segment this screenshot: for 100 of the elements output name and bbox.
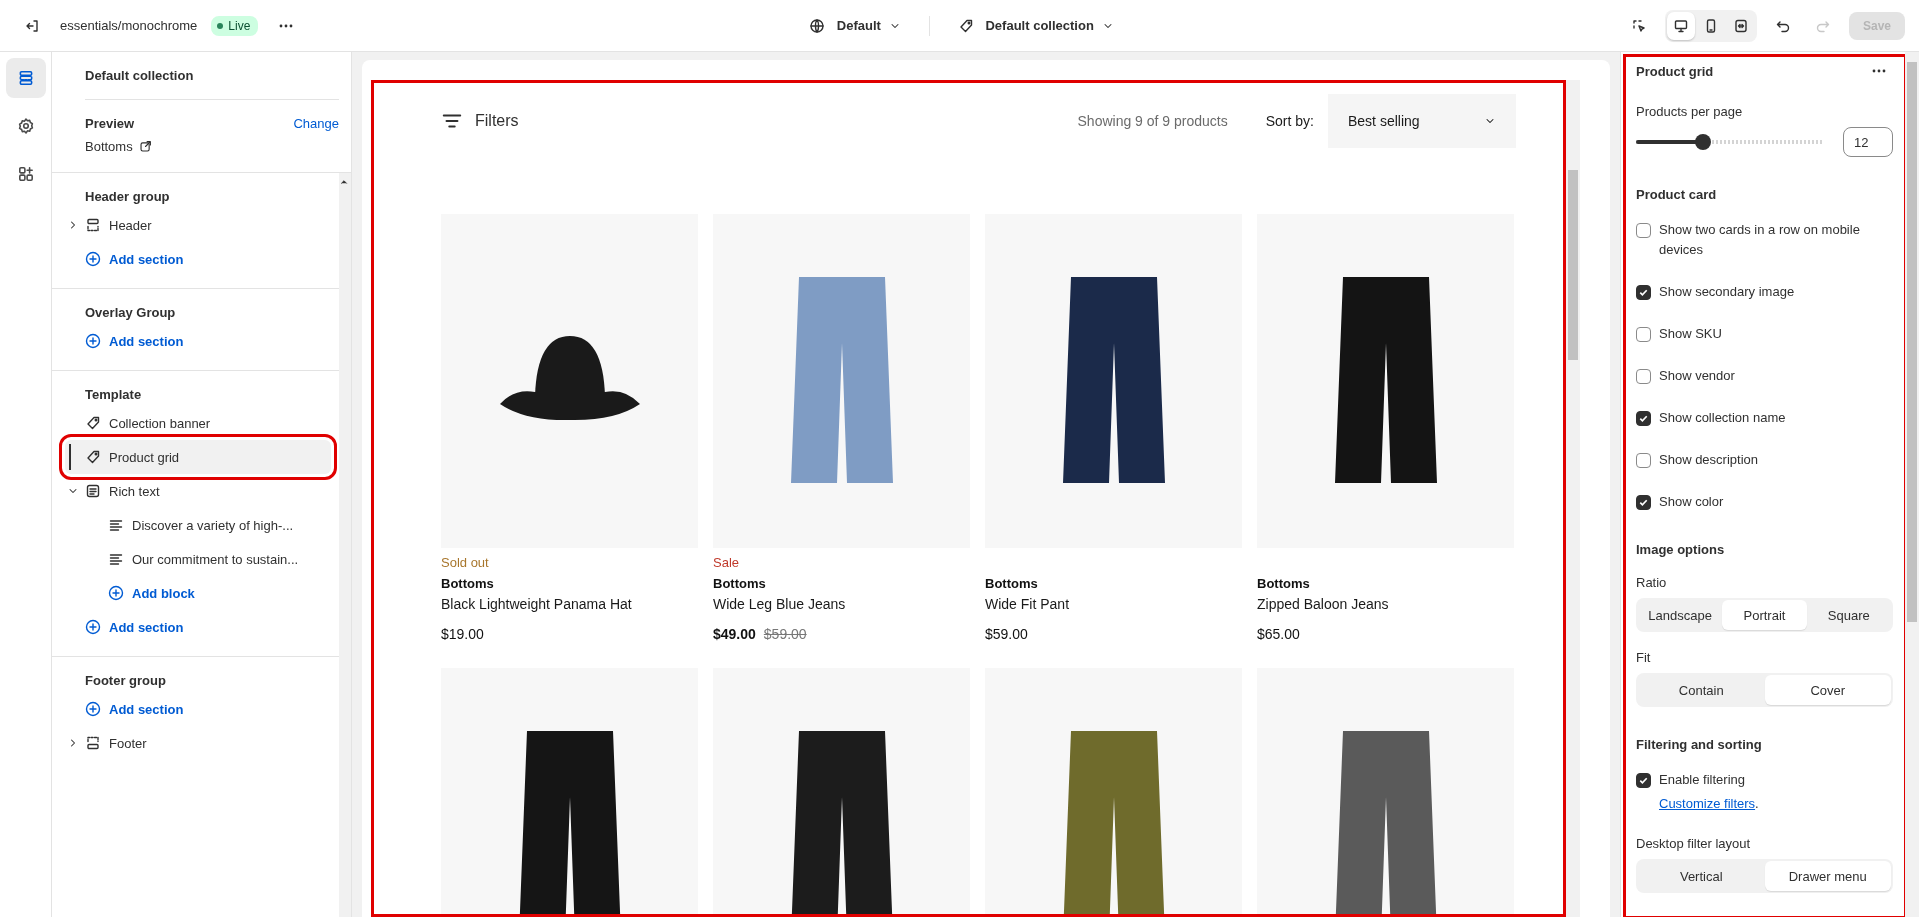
segment-button[interactable]: Cover [1764, 675, 1891, 705]
group-title: Footer group [85, 673, 167, 688]
product-vendor: Bottoms [1257, 576, 1311, 591]
product-image[interactable] [1257, 214, 1514, 548]
field-label: Fit [1636, 650, 1652, 665]
check-icon [1638, 413, 1649, 424]
help-text: Customize filters. [1659, 795, 1759, 813]
product-image[interactable] [713, 668, 970, 917]
product-status-label: Sale [713, 555, 740, 570]
tag-icon [85, 415, 101, 431]
external-link-icon [138, 140, 152, 153]
checkbox[interactable] [1636, 411, 1651, 426]
text-block-icon [85, 483, 101, 499]
select-cursor-icon [1631, 17, 1647, 34]
block-item[interactable]: Discover a variety of high-... [65, 508, 331, 542]
add-link[interactable]: Add section [85, 610, 331, 644]
checkbox-label: Show two cards in a row on mobile devices [1659, 221, 1861, 259]
section-item[interactable]: Collection banner [65, 406, 331, 440]
more-icon [1872, 69, 1886, 73]
section-heading: Product card [1636, 187, 1718, 202]
change-link[interactable]: Change [293, 116, 339, 131]
product-vendor: Bottoms [713, 576, 767, 591]
section-item[interactable]: Rich text [65, 474, 331, 508]
add-link[interactable]: Add section [85, 324, 331, 358]
compare-price: $59.00 [763, 626, 807, 642]
section-heading: Filtering and sorting [1636, 737, 1763, 752]
text-lines-icon [108, 551, 124, 567]
checkbox[interactable] [1636, 773, 1651, 788]
preview-value[interactable]: Bottoms [85, 139, 294, 154]
store-name: essentials/monochrome [60, 18, 198, 33]
tag-icon [957, 17, 974, 34]
checkbox[interactable] [1636, 223, 1651, 238]
plus-circle-icon [85, 251, 101, 267]
header-layout-icon [85, 217, 101, 233]
add-link[interactable]: Add section [85, 242, 331, 276]
product-image[interactable] [441, 214, 698, 548]
product-name[interactable]: Wide Leg Blue Jeans [713, 596, 970, 612]
product-name[interactable]: Wide Fit Pant [985, 596, 1242, 612]
checkbox-label: Show vendor [1659, 367, 1735, 385]
segment-button[interactable]: Portrait [1722, 600, 1807, 630]
check-icon [1638, 497, 1649, 508]
block-item[interactable]: Our commitment to sustain... [65, 542, 331, 576]
plus-circle-icon [108, 585, 124, 601]
field-label: Ratio [1636, 575, 1668, 590]
plus-circle-icon [85, 701, 101, 717]
checkbox[interactable] [1636, 285, 1651, 300]
slider-thumb[interactable] [1695, 134, 1712, 150]
product-vendor: Bottoms [985, 576, 1039, 591]
full-width-icon [1733, 17, 1749, 34]
segment-button[interactable]: Contain [1638, 675, 1765, 705]
globe-icon [809, 17, 826, 34]
filters-button[interactable]: Filters [441, 110, 519, 132]
product-image[interactable] [441, 668, 698, 917]
number-input[interactable]: 12 [1843, 127, 1893, 157]
product-status-label: Sold out [441, 555, 489, 570]
segment-button[interactable]: Vertical [1638, 861, 1765, 891]
segment-button[interactable]: Landscape [1638, 600, 1723, 630]
group-title: Header group [85, 189, 171, 204]
checkbox-label: Show description [1659, 451, 1758, 469]
panel-title: Product grid [1636, 63, 1714, 79]
tag-icon [85, 449, 101, 465]
checkbox-label: Show secondary image [1659, 283, 1795, 301]
product-price: $49.00 [713, 626, 756, 642]
checkbox-label: Show collection name [1659, 409, 1786, 427]
check-icon [1638, 287, 1649, 298]
segment-button[interactable]: Square [1806, 600, 1891, 630]
add-link[interactable]: Add section [85, 692, 331, 726]
checkbox[interactable] [1636, 369, 1651, 384]
sort-select[interactable]: Best selling [1328, 94, 1516, 148]
product-image[interactable] [985, 214, 1242, 548]
section-item[interactable]: Header [65, 208, 331, 242]
checkbox[interactable] [1636, 453, 1651, 468]
product-name[interactable]: Zipped Baloon Jeans [1257, 596, 1514, 612]
section-item[interactable]: Footer [65, 726, 331, 760]
field-label: Desktop filter layout [1636, 836, 1752, 851]
plus-circle-icon [85, 333, 101, 349]
apps-icon [16, 165, 35, 183]
product-name[interactable]: Black Lightweight Panama Hat [441, 596, 698, 612]
product-price: $65.00 [1257, 626, 1300, 642]
text-lines-icon [108, 517, 124, 533]
locale-picker[interactable]: Default [803, 13, 907, 38]
check-icon [1638, 775, 1649, 786]
group-title: Template [85, 387, 143, 402]
template-picker[interactable]: Default collection [951, 13, 1120, 38]
checkbox[interactable] [1636, 327, 1651, 342]
segment-button[interactable]: Drawer menu [1764, 861, 1891, 891]
exit-icon [24, 17, 40, 34]
product-price: $59.00 [985, 626, 1028, 642]
add-link[interactable]: Add block [85, 576, 331, 610]
rail-button[interactable] [5, 58, 46, 98]
product-count: Showing 9 of 9 products [1077, 113, 1228, 129]
view-button[interactable] [1667, 11, 1695, 40]
preview-label: Preview [85, 116, 136, 131]
product-image[interactable] [1257, 668, 1514, 917]
footer-layout-icon [85, 735, 101, 751]
sort-label: Sort by: [1265, 113, 1314, 129]
group-title: Overlay Group [85, 305, 177, 320]
field-label: Products per page [1636, 104, 1744, 119]
checkbox[interactable] [1636, 495, 1651, 510]
status-badge: Live [211, 15, 259, 36]
